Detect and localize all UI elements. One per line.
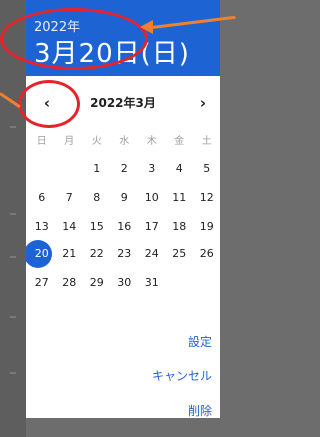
weekday-label: 水 — [119, 136, 130, 147]
day-number: 28 — [62, 276, 77, 289]
calendar-day[interactable]: 28 — [56, 273, 84, 293]
calendar-day[interactable]: 3 — [138, 159, 166, 179]
annotation-ellipse-year — [0, 8, 148, 70]
calendar-day[interactable]: 14 — [56, 217, 84, 237]
calendar-day[interactable]: 10 — [138, 188, 166, 208]
day-number: 6 — [38, 191, 46, 204]
day-number: 18 — [172, 220, 187, 233]
calendar-day[interactable]: 7 — [56, 188, 84, 208]
calendar-day[interactable]: 22 — [83, 244, 111, 264]
day-number: 14 — [62, 220, 77, 233]
day-number: 7 — [65, 191, 73, 204]
calendar-day[interactable]: 17 — [138, 217, 166, 237]
calendar-day[interactable]: 12 — [193, 188, 220, 208]
day-number: 8 — [93, 191, 101, 204]
day-number: 15 — [89, 220, 104, 233]
calendar-day[interactable]: 6 — [28, 188, 56, 208]
weekday-label: 木 — [146, 136, 157, 147]
day-number: 13 — [34, 220, 49, 233]
day-number: 4 — [175, 162, 183, 175]
calendar-day[interactable]: 2 — [111, 159, 139, 179]
calendar-day[interactable]: 18 — [166, 217, 194, 237]
day-number: 9 — [120, 191, 128, 204]
day-number: 19 — [199, 220, 214, 233]
calendar-day[interactable]: 8 — [83, 188, 111, 208]
calendar-day[interactable]: 25 — [166, 244, 194, 264]
day-number: 30 — [117, 276, 132, 289]
day-number: 16 — [117, 220, 132, 233]
weekday-label: 火 — [91, 136, 102, 147]
day-number: 24 — [144, 247, 159, 260]
day-number: 3 — [148, 162, 156, 175]
calendar-day-selected[interactable]: 20 — [26, 240, 56, 268]
day-number: 17 — [144, 220, 159, 233]
calendar-day[interactable]: 27 — [28, 273, 56, 293]
background-strip — [0, 0, 26, 437]
calendar-day[interactable]: 23 — [111, 244, 139, 264]
calendar-day[interactable]: 13 — [28, 217, 56, 237]
day-number: 25 — [172, 247, 187, 260]
calendar-day[interactable]: 30 — [111, 273, 139, 293]
day-number: 10 — [144, 191, 159, 204]
calendar-day[interactable]: 9 — [111, 188, 139, 208]
calendar-day[interactable]: 21 — [56, 244, 84, 264]
calendar-day[interactable]: 19 — [193, 217, 220, 237]
day-number: 1 — [93, 162, 101, 175]
calendar-day[interactable]: 31 — [138, 273, 166, 293]
delete-button[interactable]: 削除 — [188, 402, 212, 418]
set-button[interactable]: 設定 — [188, 333, 212, 350]
weekday-label: 日 — [36, 136, 47, 147]
annotation-ellipse-prev — [18, 80, 80, 128]
cancel-button[interactable]: キャンセル — [152, 367, 212, 384]
day-number: 20 — [34, 247, 49, 260]
day-number: 22 — [89, 247, 104, 260]
chevron-right-icon[interactable]: › — [191, 90, 215, 116]
day-number: 2 — [120, 162, 128, 175]
day-number: 11 — [172, 191, 187, 204]
day-number: 23 — [117, 247, 132, 260]
calendar-day[interactable]: 29 — [83, 273, 111, 293]
weekday-label: 金 — [174, 136, 185, 147]
calendar-day[interactable]: 15 — [83, 217, 111, 237]
calendar-day[interactable]: 4 — [166, 159, 194, 179]
weekday-label: 月 — [64, 136, 75, 147]
calendar-day[interactable]: 26 — [193, 244, 220, 264]
calendar-day[interactable]: 11 — [166, 188, 194, 208]
day-number: 27 — [34, 276, 49, 289]
day-number: 26 — [199, 247, 214, 260]
day-number: 31 — [144, 276, 159, 289]
annotation-arrowhead — [140, 20, 153, 34]
day-number: 29 — [89, 276, 104, 289]
calendar-day[interactable]: 24 — [138, 244, 166, 264]
calendar-day[interactable]: 1 — [83, 159, 111, 179]
calendar-day[interactable]: 16 — [111, 217, 139, 237]
weekday-label: 土 — [201, 136, 212, 147]
day-number: 5 — [203, 162, 211, 175]
calendar-day[interactable]: 5 — [193, 159, 220, 179]
day-number: 12 — [199, 191, 214, 204]
day-number: 21 — [62, 247, 77, 260]
